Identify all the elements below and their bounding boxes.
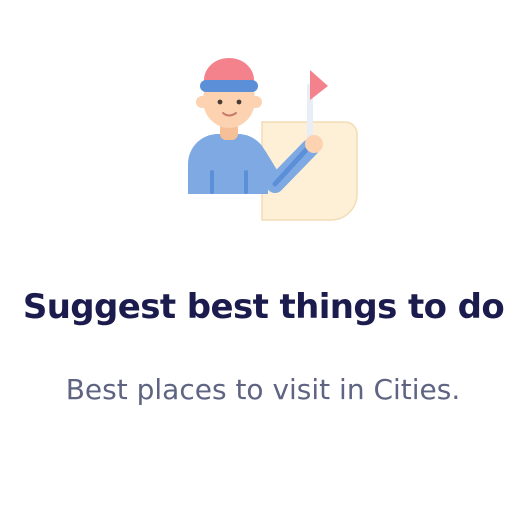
feature-card: Suggest best things to do Best places to… xyxy=(0,0,527,527)
feature-title: Suggest best things to do xyxy=(22,287,505,327)
feature-description: Best places to visit in Cities. xyxy=(65,373,461,406)
tour-guide-with-flag-icon xyxy=(180,44,365,224)
